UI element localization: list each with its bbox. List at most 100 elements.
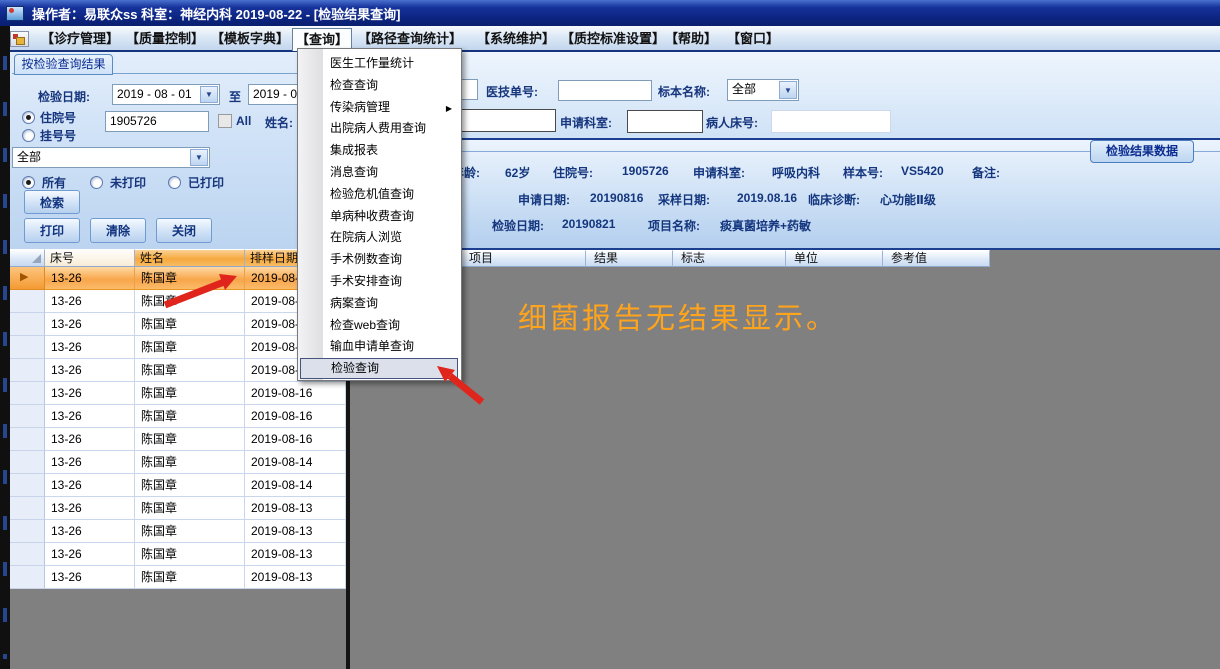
table-row[interactable]: 13-26 陈国章 2019-08-16 (10, 405, 346, 428)
dropdown-item-6[interactable]: 消息查询 (300, 162, 458, 183)
dropdown-arrow-icon[interactable]: ▼ (200, 86, 218, 103)
table-row[interactable]: 13-26 陈国章 2019-08-16 (10, 382, 346, 405)
dropdown-item-9[interactable]: 在院病人浏览 (300, 227, 458, 248)
patient-info-panel: 检验结果数据 姓别:M年龄:62岁住院号:1905726申请科室:呼吸内科样本号… (346, 140, 1220, 250)
patient-field-label: 申请科室: (693, 166, 745, 180)
patient-field-value: 1905726 (622, 164, 669, 178)
menubar-item-3[interactable]: 【模板字典】 (208, 28, 292, 50)
cell-name: 陈国章 (135, 566, 245, 589)
dropdown-item-label: 在院病人浏览 (330, 230, 403, 245)
menubar-item-6[interactable]: 【系统维护】 (474, 28, 558, 50)
patient-field-label: 检验日期: (492, 219, 544, 233)
dropdown-item-13[interactable]: 检查web查询 (300, 315, 458, 336)
column-header-5[interactable]: 参考值 (883, 250, 990, 267)
menubar-item-9[interactable]: 【窗口】 (724, 28, 782, 50)
date-label: 检验日期: (38, 90, 90, 104)
clear-button[interactable]: 清除 (90, 218, 146, 243)
column-header-3[interactable]: 标志 (673, 250, 786, 267)
radio-unprinted[interactable] (90, 176, 103, 189)
dropdown-item-11[interactable]: 手术安排查询 (300, 271, 458, 292)
dropdown-item-1[interactable]: 医生工作量统计 (300, 53, 458, 74)
dropdown-item-label: 手术例数查询 (330, 252, 403, 267)
dropdown-item-4[interactable]: 出院病人费用查询 (300, 118, 458, 139)
radio-inpatient-no[interactable] (22, 111, 35, 124)
row-selector-cell (10, 382, 45, 405)
patient-no-input[interactable]: 1905726 (105, 111, 209, 132)
table-row[interactable]: 13-26 陈国章 2019-08- (10, 336, 346, 359)
menubar-item-8[interactable]: 【帮助】 (662, 28, 720, 50)
dropdown-arrow-icon[interactable]: ▼ (190, 149, 208, 166)
search-button[interactable]: 检索 (24, 190, 80, 214)
dropdown-item-3[interactable]: 传染病管理 ▶ (300, 97, 458, 118)
row-selector-cell (10, 313, 45, 336)
column-header-2[interactable]: 结果 (586, 250, 673, 267)
dropdown-item-label: 医生工作量统计 (330, 56, 415, 70)
patient-field-label: 住院号: (553, 166, 593, 180)
all-checkbox[interactable] (218, 114, 232, 128)
cell-bed: 13-26 (45, 336, 135, 359)
radio-inpatient-label: 住院号 (40, 111, 77, 125)
dropdown-item-14[interactable]: 输血申请单查询 (300, 336, 458, 357)
dropdown-item-12[interactable]: 病案查询 (300, 293, 458, 314)
table-row[interactable]: 13-26 陈国章 2019-08-13 (10, 497, 346, 520)
date-from-value: 2019 - 08 - 01 (117, 87, 192, 101)
med-tech-no-label: 医技单号: (486, 85, 538, 99)
corner-header-cell[interactable] (10, 249, 45, 267)
dept-select[interactable]: 全部 ▼ (12, 147, 210, 168)
table-row[interactable]: ▶ 13-26 陈国章 2019-08- (10, 267, 346, 290)
table-row[interactable]: 13-26 陈国章 2019-08-14 (10, 474, 346, 497)
dropdown-item-7[interactable]: 检验危机值查询 (300, 184, 458, 205)
column-header-name[interactable]: 姓名 (135, 249, 245, 267)
tab-query-by-result[interactable]: 按检验查询结果 (14, 54, 113, 75)
specimen-name-select[interactable]: 全部 ▼ (727, 79, 799, 101)
column-header-1[interactable]: 项目 (461, 250, 586, 267)
dropdown-item-label: 手术安排查询 (330, 274, 403, 288)
radio-printed[interactable] (168, 176, 181, 189)
specimen-name-label: 标本名称: (658, 85, 710, 99)
table-row[interactable]: 13-26 陈国章 2019-08-14 (10, 451, 346, 474)
cell-bed: 13-26 (45, 520, 135, 543)
cell-name: 陈国章 (135, 451, 245, 474)
table-row[interactable]: 13-26 陈国章 2019-08-13 (10, 520, 346, 543)
close-button[interactable]: 关闭 (156, 218, 212, 243)
menubar-item-5[interactable]: 【路径查询统计】 (355, 28, 465, 50)
table-row[interactable]: 13-26 陈国章 2019-08-13 (10, 543, 346, 566)
table-row[interactable]: 13-26 陈国章 2019-08- (10, 359, 346, 382)
table-row[interactable]: 13-26 陈国章 2019-08-13 (10, 566, 346, 589)
cell-date: 2019-08-14 (245, 451, 346, 474)
cell-date: 2019-08-13 (245, 497, 346, 520)
dropdown-arrow-icon[interactable]: ▼ (779, 81, 797, 99)
tab-result-data[interactable]: 检验结果数据 (1090, 140, 1194, 163)
cell-name: 陈国章 (135, 267, 245, 290)
menubar-item-7[interactable]: 【质控标准设置】 (558, 28, 668, 50)
column-header-4[interactable]: 单位 (786, 250, 883, 267)
dropdown-item-5[interactable]: 集成报表 (300, 140, 458, 161)
column-header-bed[interactable]: 床号 (45, 249, 135, 267)
cell-name: 陈国章 (135, 497, 245, 520)
radio-printed-label: 已打印 (188, 176, 225, 190)
menubar-item-1[interactable]: 【诊疗管理】 (38, 28, 122, 50)
request-dept-input[interactable] (627, 110, 703, 133)
dropdown-item-2[interactable]: 检查查询 (300, 75, 458, 96)
radio-print-all-label: 所有 (42, 176, 67, 190)
row-selector-cell (10, 497, 45, 520)
dept-select-value: 全部 (17, 150, 42, 164)
submenu-arrow-icon: ▶ (445, 103, 452, 113)
dropdown-item-label: 集成报表 (330, 143, 379, 158)
bed-no-input[interactable] (771, 110, 891, 133)
dropdown-item-10[interactable]: 手术例数查询 (300, 249, 458, 270)
specimen-name-value: 全部 (732, 82, 757, 96)
print-button[interactable]: 打印 (24, 218, 80, 243)
radio-print-all[interactable] (22, 176, 35, 189)
cell-date: 2019-08-13 (245, 543, 346, 566)
table-row[interactable]: 13-26 陈国章 2019-08-16 (10, 428, 346, 451)
date-from-input[interactable]: 2019 - 08 - 01 ▼ (112, 84, 220, 105)
menubar-item-2[interactable]: 【质量控制】 (123, 28, 207, 50)
dropdown-item-15[interactable]: 检验查询 (300, 358, 458, 380)
table-row[interactable]: 13-26 陈国章 2019-08- (10, 290, 346, 313)
med-tech-no-input[interactable] (558, 80, 652, 101)
radio-ticket-no[interactable] (22, 129, 35, 142)
query-dropdown-menu: 医生工作量统计检查查询 传染病管理 ▶ 出院病人费用查询集成报表消息查询 检验危机值查询… (297, 48, 462, 381)
table-row[interactable]: 13-26 陈国章 2019-08- (10, 313, 346, 336)
dropdown-item-8[interactable]: 单病种收费查询 (300, 206, 458, 227)
